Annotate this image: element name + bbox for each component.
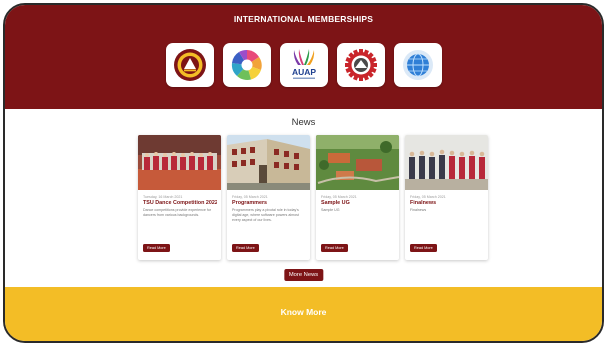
svg-text:AUAP: AUAP: [291, 67, 315, 77]
membership-logo-1[interactable]: [165, 43, 214, 87]
news-card[interactable]: Tuesday, 16 March 2021 TSU Dance Competi…: [138, 135, 221, 260]
page-frame: INTERNATIONAL MEMBERSHIPS AUAP News Tues…: [3, 3, 604, 343]
news-title[interactable]: Programmers: [232, 200, 306, 206]
news-date: Friday, 05 March 2021: [321, 195, 357, 199]
university-seal-icon: [173, 49, 206, 81]
membership-logo-4[interactable]: [336, 43, 385, 87]
auap-logo-icon: AUAP: [291, 49, 316, 79]
read-more-button[interactable]: Read More: [232, 244, 259, 252]
news-description: Finalnews: [410, 208, 427, 212]
news-description: Programmers play a pivotal role in today…: [232, 208, 299, 222]
news-photo: [316, 135, 399, 190]
read-more-button[interactable]: Read More: [410, 244, 437, 252]
memberships-title: INTERNATIONAL MEMBERSHIPS: [233, 14, 374, 24]
know-more-section: Know More: [5, 287, 602, 341]
news-card-list: Tuesday, 16 March 2021 TSU Dance Competi…: [138, 135, 488, 260]
news-photo: [138, 135, 221, 190]
read-more-button[interactable]: Read More: [321, 244, 348, 252]
news-title[interactable]: Sample UG: [321, 200, 395, 206]
globe-network-icon: [402, 50, 433, 80]
news-card[interactable]: Friday, 05 March 2021 Finalnews Finalnew…: [405, 135, 488, 260]
membership-logo-3[interactable]: AUAP: [279, 43, 328, 87]
news-date: Tuesday, 16 March 2021: [143, 195, 183, 199]
know-more-link[interactable]: Know More: [5, 307, 602, 317]
memberships-section: INTERNATIONAL MEMBERSHIPS AUAP: [5, 5, 602, 109]
news-title[interactable]: TSU Dance Competition 2022: [143, 200, 217, 206]
memberships-logos: AUAP: [5, 43, 602, 87]
news-photo: [227, 135, 310, 190]
news-date: Friday, 05 March 2021: [410, 195, 446, 199]
membership-logo-5[interactable]: [393, 43, 442, 87]
news-description: Sample UG: [321, 208, 340, 212]
news-title[interactable]: Finalnews: [410, 200, 484, 206]
read-more-button[interactable]: Read More: [143, 244, 170, 252]
news-card[interactable]: Friday, 05 March 2021 Programmers Progra…: [227, 135, 310, 260]
news-date: Friday, 05 March 2021: [232, 195, 268, 199]
more-news-button[interactable]: More News: [283, 269, 324, 281]
gear-emblem-icon: [344, 49, 377, 81]
membership-logo-2[interactable]: [222, 43, 271, 87]
news-description: Dance competitions provide experience fo…: [143, 208, 212, 217]
news-card[interactable]: Friday, 05 March 2021 Sample UG Sample U…: [316, 135, 399, 260]
colorful-pinwheel-icon: [231, 49, 262, 80]
news-heading: News: [291, 117, 316, 128]
news-photo: [405, 135, 488, 190]
